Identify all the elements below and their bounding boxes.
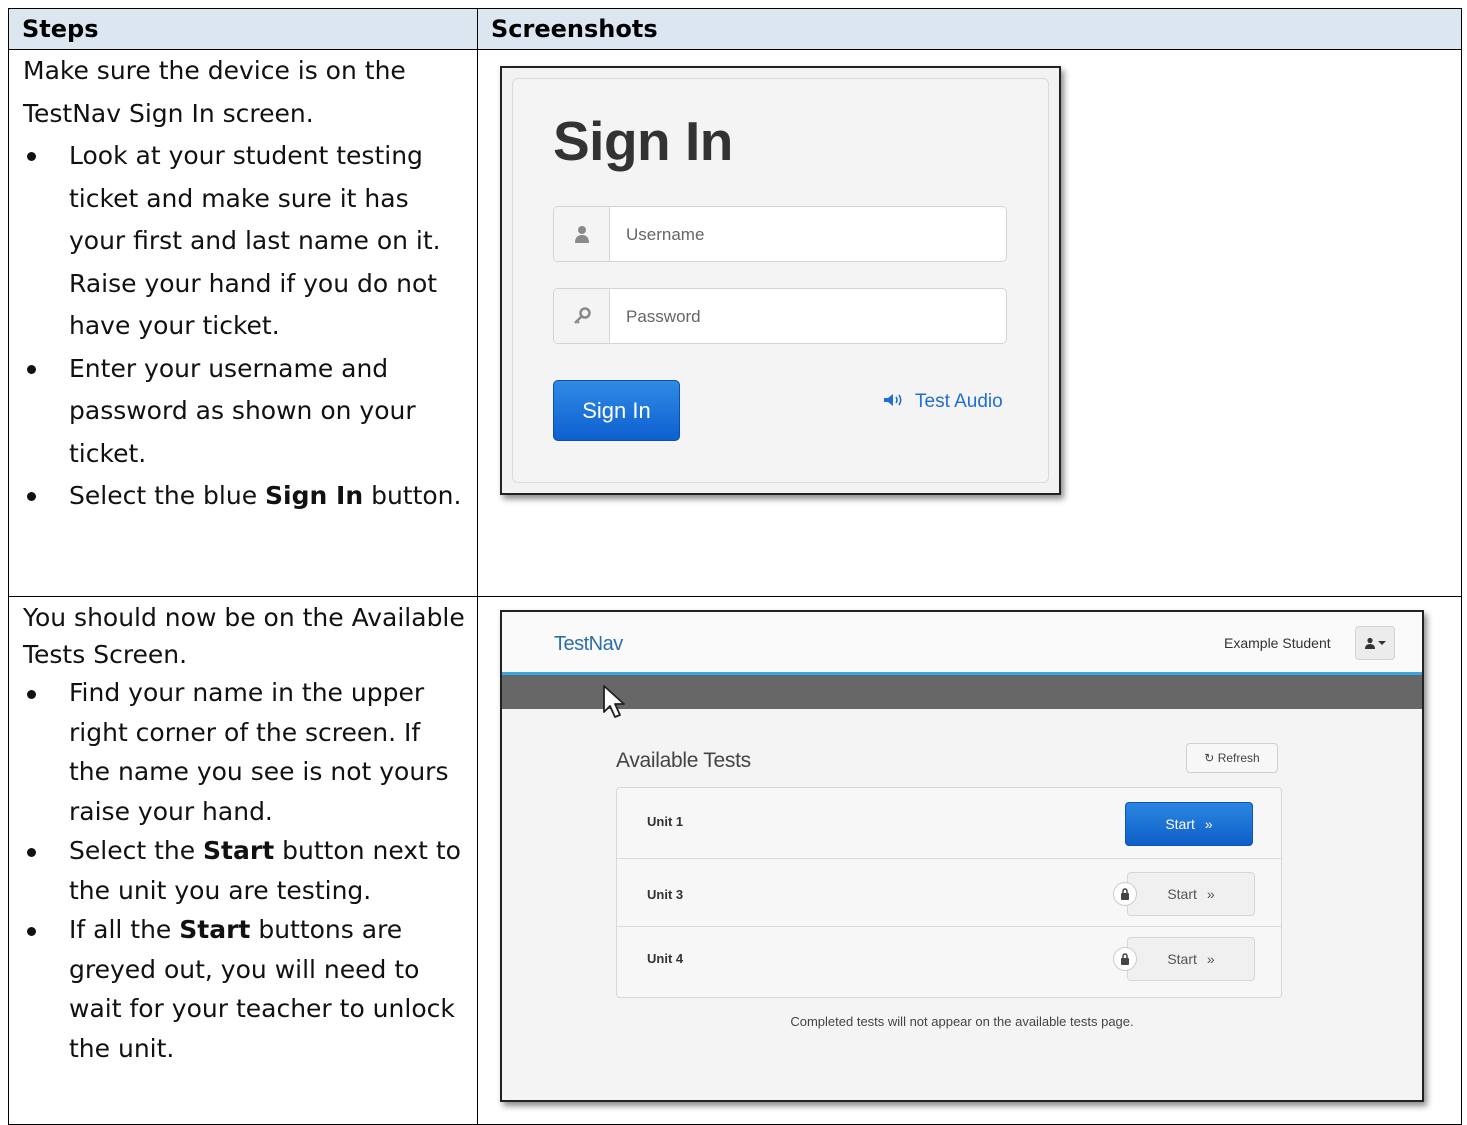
- user-icon: [554, 207, 610, 261]
- tests-list: Unit 1 Start » Unit 3 Start » Unit 4 Sta…: [616, 787, 1282, 998]
- password-input[interactable]: [624, 303, 988, 331]
- text-run: If all the: [69, 915, 180, 944]
- step-bullet: If all the Start buttons are greyed out,…: [27, 910, 467, 1068]
- sign-in-title: Sign In: [553, 110, 733, 172]
- refresh-button[interactable]: ↻ Refresh: [1186, 743, 1278, 773]
- available-tests-screenshot: TestNav Example Student Available Tests …: [500, 610, 1424, 1102]
- sign-in-button[interactable]: Sign In: [553, 380, 680, 441]
- available-tests-title: Available Tests: [616, 749, 751, 772]
- start-label: Start: [1165, 816, 1195, 832]
- username-input[interactable]: [624, 221, 988, 249]
- start-button-locked: Start »: [1127, 937, 1255, 981]
- unit-name: Unit 1: [647, 814, 684, 829]
- text-run: Select the: [69, 836, 204, 865]
- caret-down-icon: [1378, 641, 1386, 645]
- double-chevron-right-icon: »: [1204, 816, 1213, 832]
- sign-in-screenshot-cell: Sign In Sign In: [477, 49, 1462, 597]
- password-field[interactable]: [553, 288, 1007, 344]
- start-button[interactable]: Start »: [1125, 802, 1253, 846]
- sign-in-panel: Sign In Sign In: [512, 78, 1049, 483]
- test-audio-label: Test Audio: [915, 391, 1003, 412]
- start-label: Start: [1167, 951, 1197, 967]
- lock-icon: [1113, 947, 1137, 971]
- test-audio-link[interactable]: Test Audio: [883, 391, 1003, 413]
- step-intro: You should now be on the Available Tests…: [23, 603, 465, 669]
- step-available-tests: You should now be on the Available Tests…: [8, 596, 478, 1125]
- test-row: Unit 4 Start »: [617, 926, 1281, 997]
- nav-bar: [502, 675, 1422, 709]
- start-button-locked: Start »: [1127, 872, 1255, 916]
- user-icon: [1365, 637, 1375, 649]
- testnav-header: TestNav Example Student: [502, 612, 1422, 675]
- user-menu-button[interactable]: [1355, 626, 1395, 660]
- text-run: button.: [363, 481, 462, 510]
- step-sign-in: Make sure the device is on the TestNav S…: [8, 49, 478, 597]
- step-bullets: Find your name in the upper right corner…: [23, 673, 467, 1068]
- emphasis-start: Start: [203, 836, 275, 865]
- mouse-cursor-icon: [602, 684, 628, 725]
- step-bullet: Select the Start button next to the unit…: [27, 831, 467, 910]
- completed-tests-note: Completed tests will not appear on the a…: [790, 1014, 1134, 1029]
- emphasis-start: Start: [179, 915, 251, 944]
- sign-in-screenshot: Sign In Sign In: [500, 66, 1061, 495]
- step-bullet: Select the blue Sign In button.: [27, 475, 467, 518]
- instructions-table: Steps Screenshots Make sure the device i…: [8, 8, 1462, 1125]
- speaker-icon: [883, 391, 905, 413]
- start-label: Start: [1167, 886, 1197, 902]
- step-intro: Make sure the device is on the TestNav S…: [23, 56, 406, 128]
- step-bullet: Enter your username and password as show…: [27, 348, 467, 476]
- username-field[interactable]: [553, 206, 1007, 262]
- text-run: Select the blue: [69, 481, 266, 510]
- step-bullet: Look at your student testing ticket and …: [27, 135, 467, 348]
- student-name: Example Student: [1224, 635, 1331, 651]
- emphasis-sign-in: Sign In: [265, 481, 364, 510]
- step-bullets: Look at your student testing ticket and …: [23, 135, 467, 518]
- test-row: Unit 3 Start »: [617, 858, 1281, 927]
- double-chevron-right-icon: »: [1206, 886, 1215, 902]
- available-tests-screenshot-cell: TestNav Example Student Available Tests …: [477, 596, 1462, 1125]
- screenshots-header: Screenshots: [477, 8, 1462, 50]
- test-row: Unit 1 Start »: [617, 788, 1281, 858]
- step-bullet: Find your name in the upper right corner…: [27, 673, 467, 831]
- double-chevron-right-icon: »: [1206, 951, 1215, 967]
- refresh-icon: ↻: [1204, 751, 1215, 765]
- steps-header: Steps: [8, 8, 478, 50]
- unit-name: Unit 3: [647, 887, 684, 902]
- key-icon: [554, 289, 610, 343]
- testnav-logo: TestNav: [554, 633, 623, 655]
- unit-name: Unit 4: [647, 951, 684, 966]
- refresh-label: Refresh: [1217, 751, 1260, 765]
- lock-icon: [1113, 882, 1137, 906]
